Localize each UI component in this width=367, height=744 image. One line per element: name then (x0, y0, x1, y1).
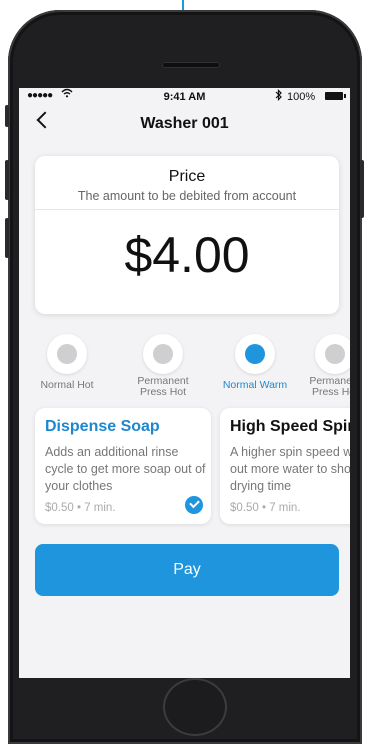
nav-bar: Washer 001 (19, 106, 350, 140)
radio-icon (47, 334, 87, 374)
pay-button[interactable]: Pay (35, 544, 339, 596)
volume-down-button (5, 218, 9, 258)
radio-icon (143, 334, 183, 374)
addon-description: A higher spin speed will get out more wa… (230, 445, 350, 493)
price-card: Price The amount to be debited from acco… (35, 156, 339, 314)
addon-card-high-speed-spin[interactable]: High Speed Spin A higher spin speed will… (220, 408, 350, 524)
addon-title: High Speed Spin (230, 418, 350, 435)
cycle-option-label: Permanent Press Hot (309, 375, 350, 398)
divider (35, 209, 339, 210)
cycle-option-label: Permanent Press Hot (137, 375, 189, 398)
cycle-option-label: Normal Warm (222, 379, 288, 391)
cycle-option-normal-hot[interactable]: Normal Hot (23, 334, 113, 394)
checkmark-icon (185, 496, 203, 514)
page-title: Washer 001 (140, 115, 229, 132)
addon-card-dispense-soap[interactable]: Dispense Soap Adds an additional rinse c… (35, 408, 211, 524)
cycle-option-permanent-press-hot[interactable]: Permanent Press Hot (119, 334, 209, 398)
cycle-option-permanent-press-hot-2[interactable]: Permanent Press Hot (291, 334, 350, 398)
status-bar: ●●●●● 9:41 AM 100% (19, 88, 350, 106)
cycle-option-label: Normal Hot (40, 379, 94, 391)
addon-description: Adds an additional rinse cycle to get mo… (45, 445, 206, 493)
addon-price-duration: $0.50 • 7 min. (230, 502, 301, 514)
home-button[interactable] (163, 678, 227, 736)
app-screen: ●●●●● 9:41 AM 100% Washer 001 Price The … (19, 88, 350, 678)
radio-selected-icon (235, 334, 275, 374)
mute-switch (5, 105, 9, 127)
battery-icon (325, 92, 346, 100)
volume-up-button (5, 160, 9, 200)
battery-percent: 100% (287, 91, 316, 103)
price-title: Price (168, 168, 206, 185)
price-amount: $4.00 (124, 227, 250, 283)
power-button (360, 160, 364, 218)
speaker-grille (162, 62, 220, 68)
radio-icon (315, 334, 350, 374)
price-subtitle: The amount to be debited from account (77, 189, 297, 203)
cycle-option-normal-warm[interactable]: Normal Warm (211, 334, 301, 394)
addon-title: Dispense Soap (45, 418, 160, 435)
addon-price-duration: $0.50 • 7 min. (45, 502, 116, 514)
bluetooth-icon (275, 89, 283, 104)
